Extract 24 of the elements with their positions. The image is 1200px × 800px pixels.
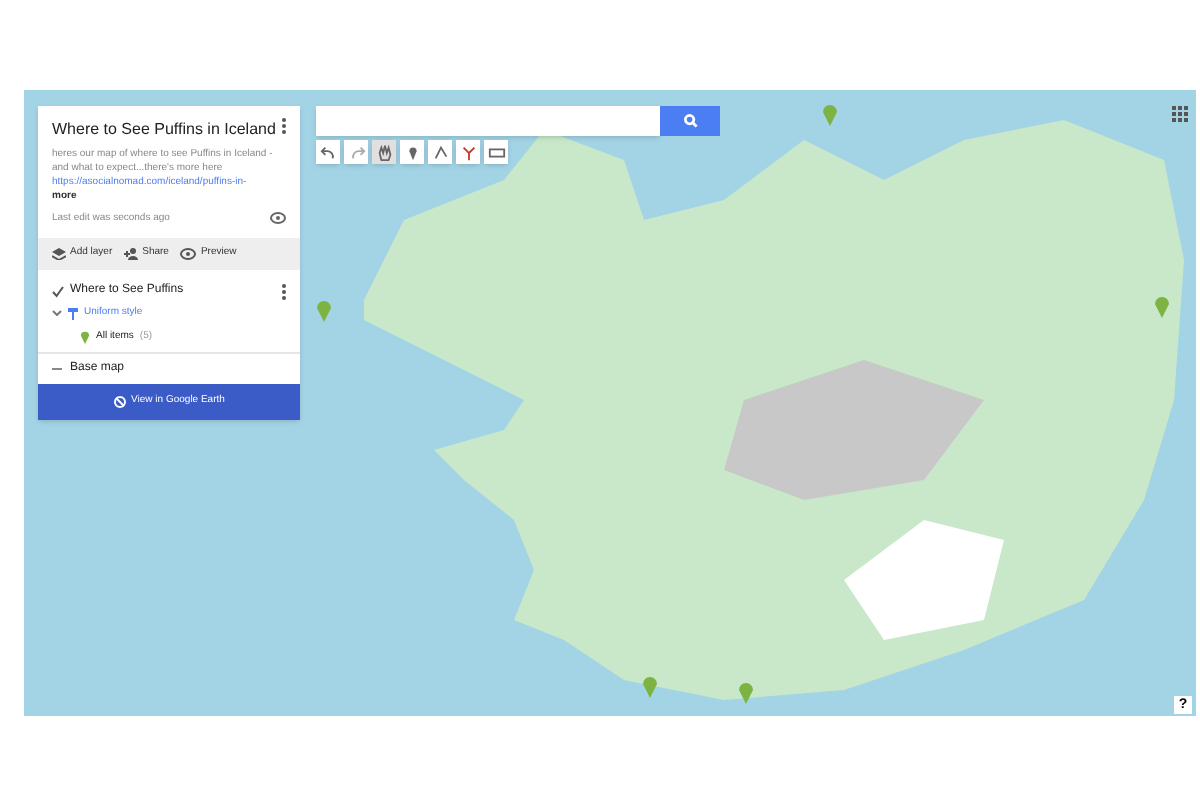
chevron-down-icon[interactable] <box>52 310 62 317</box>
line-icon <box>431 143 449 161</box>
redo-icon <box>347 143 365 161</box>
eye-icon <box>180 248 197 260</box>
search-field[interactable] <box>316 106 660 136</box>
paint-roller-icon <box>68 307 78 320</box>
map-title[interactable]: Where to See Puffins in Iceland <box>52 118 276 142</box>
layer-checkbox[interactable] <box>52 285 64 297</box>
apps-grid-icon[interactable] <box>1172 106 1188 122</box>
marker-tool-button[interactable] <box>400 140 424 164</box>
eye-icon[interactable] <box>270 212 286 225</box>
route-tool-button[interactable] <box>456 140 480 164</box>
route-icon <box>459 143 477 161</box>
hand-tool-button[interactable] <box>372 140 396 164</box>
marker-icon <box>403 143 421 161</box>
undo-tool-button[interactable] <box>316 140 340 164</box>
ruler-tool-button[interactable] <box>484 140 508 164</box>
undo-icon <box>319 143 337 161</box>
map-pin-icon <box>80 329 90 344</box>
search-button[interactable] <box>660 106 720 136</box>
search-icon <box>683 114 697 128</box>
add-person-icon <box>124 248 139 260</box>
line-tool-button[interactable] <box>428 140 452 164</box>
layers-icon <box>52 248 66 260</box>
